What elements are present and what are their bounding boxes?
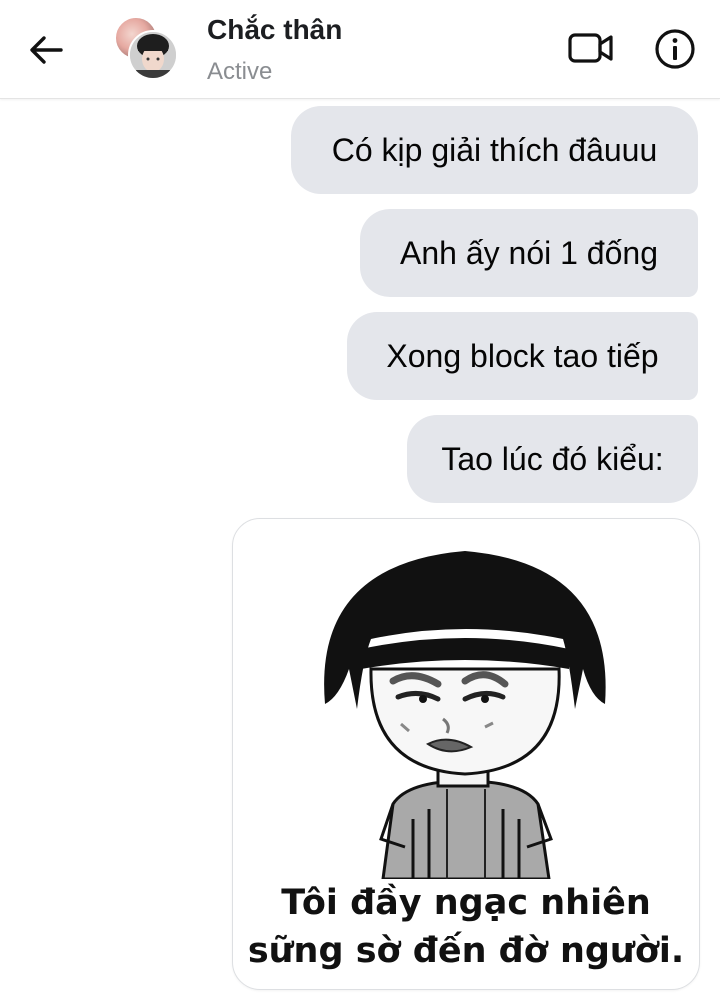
meme-sticker-image [324, 551, 606, 881]
info-icon [655, 29, 695, 69]
sticker-caption: sững sờ đến đờ người. [247, 931, 685, 971]
sticker-caption: Tôi đầy ngạc nhiên [281, 883, 651, 923]
active-status: Active [207, 58, 273, 85]
arrow-left-icon [30, 36, 63, 64]
avatar-primary [128, 30, 178, 80]
sticker-message[interactable]: Tôi đầy ngạc nhiên sững sờ đến đờ người. [232, 518, 700, 990]
back-button[interactable] [24, 30, 68, 70]
message-bubble[interactable]: Tao lúc đó kiểu: [407, 415, 698, 503]
avatar[interactable] [114, 16, 178, 80]
chat-screen: Chắc thân Active Có kịp giải thích đâuuu… [0, 0, 720, 998]
message-bubble[interactable]: Có kịp giải thích đâuuu [291, 106, 698, 194]
message-bubble[interactable]: Xong block tao tiếp [347, 312, 698, 400]
chat-header: Chắc thân Active [0, 0, 720, 99]
info-button[interactable] [652, 26, 698, 72]
message-bubble[interactable]: Anh ấy nói 1 đống [360, 209, 698, 297]
video-call-icon [568, 33, 613, 63]
contact-name[interactable]: Chắc thân [207, 14, 342, 46]
video-call-button[interactable] [566, 28, 616, 68]
